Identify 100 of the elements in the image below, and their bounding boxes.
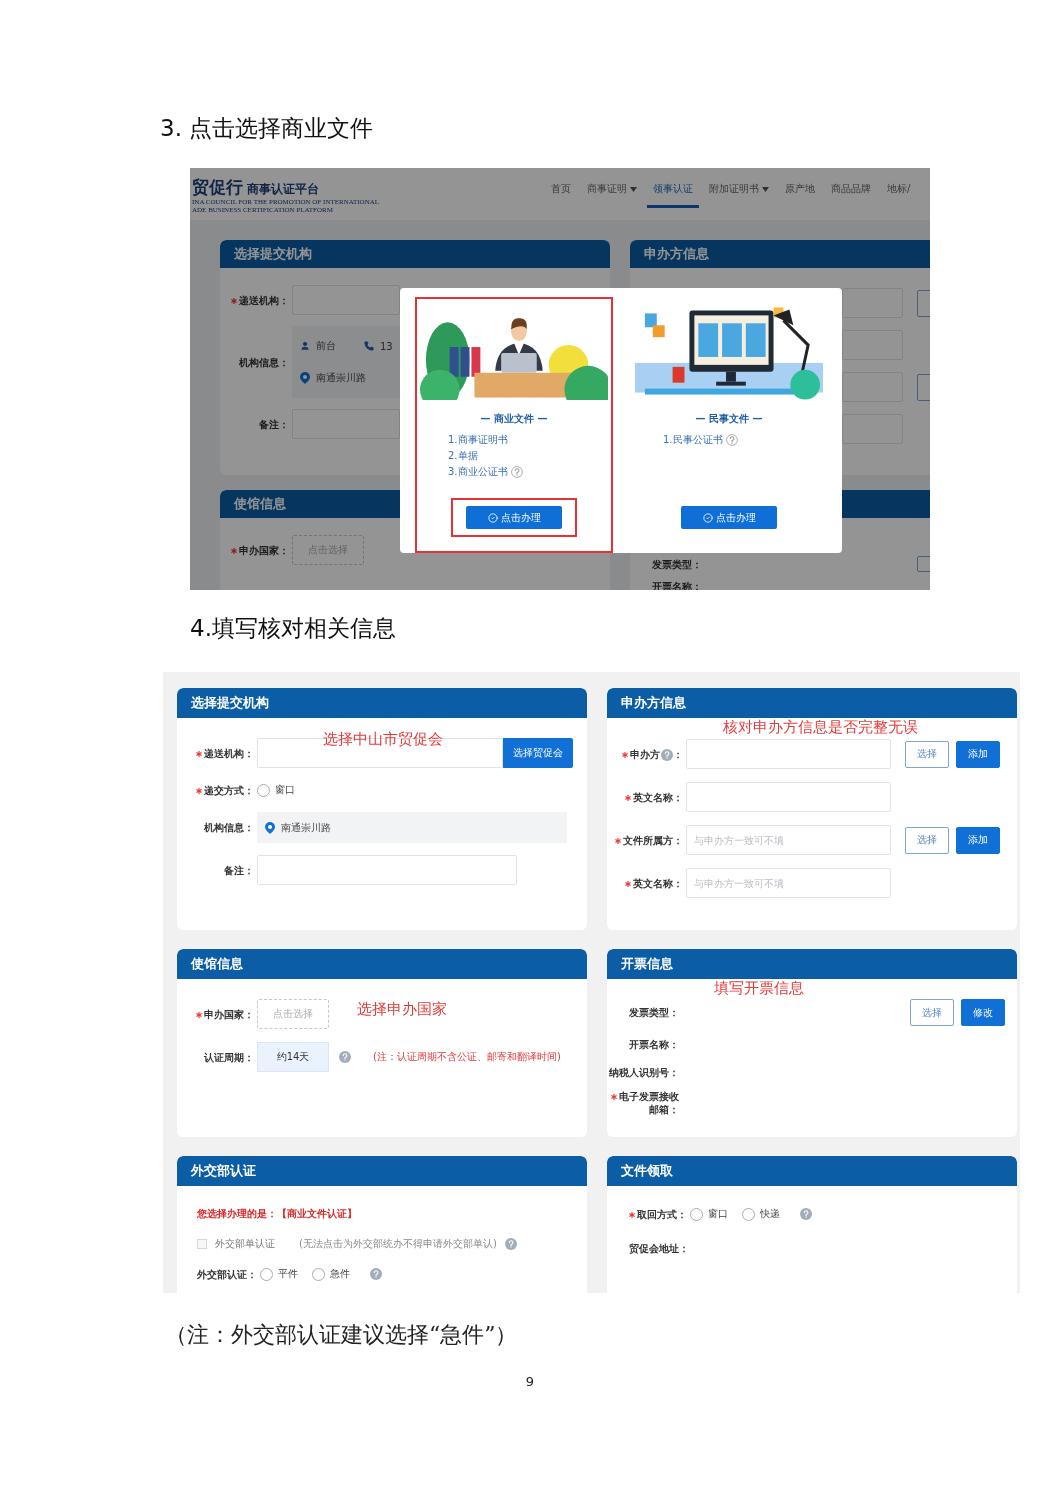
panel-title: 外交部认证	[191, 1162, 256, 1180]
select-button[interactable]: 选择	[905, 826, 949, 854]
location-pin-icon	[300, 372, 310, 384]
help-icon[interactable]	[661, 748, 673, 761]
text-field[interactable]	[842, 288, 903, 318]
page-number: 9	[525, 1373, 535, 1391]
panel-title: 选择提交机构	[191, 694, 269, 712]
check-circle-icon	[702, 512, 713, 523]
radio-button[interactable]	[690, 1207, 703, 1221]
field-label: 认证周期：	[204, 1051, 254, 1063]
info-text: 南通崇川路	[316, 371, 366, 385]
select-button[interactable]: 选择	[905, 740, 949, 768]
document-item: 3.商业公证书	[448, 465, 508, 479]
text-field[interactable]	[686, 782, 891, 812]
radio-button[interactable]	[312, 1267, 325, 1281]
info-text: 南通崇川路	[281, 820, 331, 835]
check-circle-icon	[487, 512, 498, 523]
checkbox-label: 外交部单认证	[215, 1237, 275, 1251]
text-field[interactable]	[842, 414, 903, 444]
field-label: 英文名称：	[633, 877, 683, 889]
radio-button[interactable]	[257, 783, 270, 797]
nav-item[interactable]: 地标/	[881, 168, 917, 208]
radio-label: 急件	[330, 1267, 350, 1281]
field-label: 申办方	[630, 748, 660, 760]
field-label: 贸促会地址：	[629, 1242, 689, 1254]
field-label: ：	[673, 748, 683, 760]
nav-item[interactable]: 附加证明书	[703, 168, 775, 208]
help-icon[interactable]	[510, 466, 523, 478]
nav-item[interactable]: 商事证明	[581, 168, 643, 208]
field-label: 取回方式：	[637, 1208, 687, 1220]
panel-title: 选择提交机构	[234, 245, 312, 263]
annotation-text: 填写开票信息	[714, 979, 804, 998]
document-item: 1.民事公证书	[663, 433, 723, 447]
field-label: 备注：	[224, 864, 254, 876]
field-label: 发票类型：	[652, 558, 702, 570]
process-button[interactable]: 点击办理	[466, 506, 562, 529]
info-text: 前台	[316, 339, 336, 353]
field-label: 外交部认证：	[197, 1268, 257, 1280]
nav-item[interactable]: 商品品牌	[825, 168, 877, 208]
field-label: 递送机构：	[239, 294, 289, 306]
card-title: — 商业文件 —	[480, 412, 548, 426]
process-button[interactable]: 点击办理	[681, 506, 777, 529]
field-label: 机构信息：	[204, 822, 254, 833]
panel-title: 文件领取	[621, 1162, 673, 1180]
annotation-text: 选择中山市贸促会	[323, 730, 443, 749]
nav-item[interactable]: 领事认证	[647, 168, 699, 208]
country-picker[interactable]: 点击选择	[257, 999, 329, 1029]
text-field[interactable]	[842, 372, 903, 402]
field-label: 英文名称：	[633, 791, 683, 803]
radio-button[interactable]	[260, 1267, 273, 1281]
radio-label: 窗口	[708, 1207, 728, 1221]
text-field[interactable]	[686, 739, 891, 769]
panel-title: 使馆信息	[191, 955, 243, 973]
panel-title: 使馆信息	[234, 495, 286, 513]
text-field[interactable]	[292, 409, 400, 439]
text-field[interactable]	[292, 285, 400, 315]
field-label: 纳税人识别号：	[609, 1066, 679, 1078]
radio-label: 平件	[278, 1267, 298, 1281]
help-icon[interactable]	[800, 1208, 812, 1220]
text-field[interactable]	[842, 330, 903, 360]
document-type-card[interactable]: — 民事文件 — 1.民事公证书 点击办理	[630, 297, 828, 553]
person-icon	[300, 341, 310, 351]
field-label: 递交方式：	[204, 784, 254, 796]
logo-name: 贸促行	[192, 178, 243, 198]
panel-title: 申办方信息	[644, 245, 709, 263]
field-label: 递送机构：	[204, 747, 254, 759]
field-label: 申办国家：	[239, 544, 289, 556]
phone-icon	[364, 341, 374, 351]
field-label: 备注：	[259, 418, 289, 430]
text-field[interactable]	[257, 855, 517, 885]
panel-title: 申办方信息	[621, 694, 686, 712]
nav-item[interactable]: 原产地	[779, 168, 821, 208]
field-label: 文件所属方：	[623, 834, 683, 846]
radio-label: 快递	[760, 1207, 780, 1221]
note-text: （注：外交部认证建议选择“急件”）	[165, 1321, 518, 1349]
action-button[interactable]: 添加	[956, 740, 1000, 768]
nav-item[interactable]: 首页	[545, 168, 577, 208]
radio-label: 窗口	[275, 783, 295, 797]
selection-notice: 您选择办理的是：【商业文件认证】	[197, 1207, 357, 1221]
location-pin-icon	[265, 821, 275, 834]
note-text: (注：认证周期不含公证、邮寄和翻译时间)	[373, 1050, 561, 1064]
document-item: 1.商事证明书	[448, 433, 508, 447]
action-button[interactable]: 修改	[961, 999, 1005, 1026]
field-label: 发票类型：	[629, 1007, 679, 1018]
step-heading: 4.填写核对相关信息	[190, 614, 396, 643]
help-icon[interactable]	[725, 434, 738, 446]
field-label: 机构信息：	[239, 356, 289, 368]
action-button[interactable]: 添加	[956, 826, 1000, 854]
radio-button[interactable]	[742, 1207, 755, 1221]
select-button[interactable]: 选择贸促会	[503, 738, 573, 768]
info-text: 13	[380, 340, 393, 352]
document-item: 2.单据	[448, 449, 478, 463]
document-type-card[interactable]: — 商业文件 — 1.商事证明书 2.单据 3.商业公证书 点击办理	[415, 297, 613, 553]
help-icon[interactable]	[339, 1051, 351, 1063]
panel-title: 开票信息	[621, 955, 673, 973]
note-text: (无法点击为外交部统办不得申请外交部单认)	[299, 1237, 497, 1251]
select-button[interactable]: 选择	[910, 999, 954, 1026]
logo-subtitle: 商事认证平台	[247, 181, 319, 198]
help-icon[interactable]	[370, 1268, 382, 1280]
annotation-text: 核对申办方信息是否完整无误	[723, 718, 918, 737]
